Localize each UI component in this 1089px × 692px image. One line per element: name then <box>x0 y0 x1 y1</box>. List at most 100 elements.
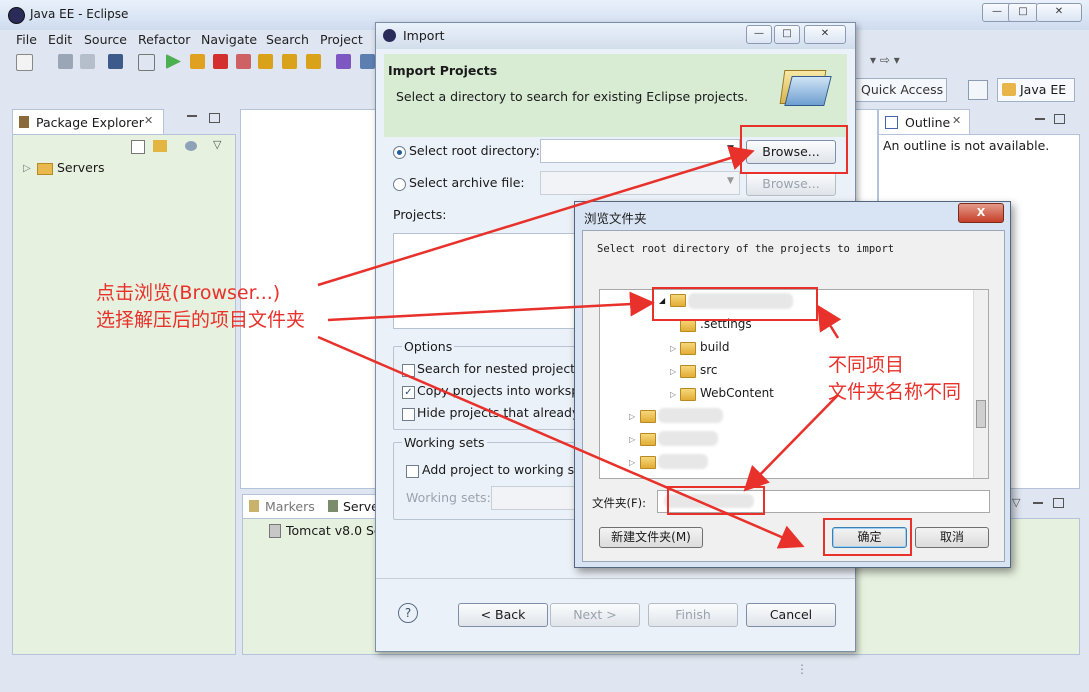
nested-projects-label: Search for nested projects <box>417 361 582 376</box>
save-all-icon[interactable] <box>80 54 95 69</box>
terminate-icon[interactable] <box>213 54 228 69</box>
tree-item-webcontent[interactable]: WebContent <box>700 386 774 400</box>
sibling-folder-blurred[interactable] <box>658 454 708 469</box>
outline-empty-message: An outline is not available. <box>883 138 1050 153</box>
menu-edit[interactable]: Edit <box>48 32 72 47</box>
view-menu-icon[interactable]: ▽ <box>213 138 221 151</box>
minimize-bottom-icon[interactable] <box>1033 502 1043 504</box>
tree-item-src[interactable]: src <box>700 363 718 377</box>
folder-icon <box>680 342 696 355</box>
menu-refactor[interactable]: Refactor <box>138 32 190 47</box>
server-row-tomcat[interactable]: Tomcat v8.0 Se <box>286 523 382 538</box>
disconnect-icon[interactable] <box>236 54 251 69</box>
maximize-outline-icon[interactable] <box>1054 114 1065 124</box>
root-directory-radio[interactable] <box>393 146 406 159</box>
expand-arrow-icon[interactable]: ▷ <box>629 435 635 444</box>
import-maximize-button[interactable]: □ <box>774 25 800 44</box>
folder-icon <box>640 456 656 469</box>
filter-icon[interactable] <box>185 141 197 151</box>
menu-search[interactable]: Search <box>266 32 309 47</box>
menu-file[interactable]: File <box>16 32 37 47</box>
browse-close-button[interactable]: X <box>958 203 1004 223</box>
outline-icon <box>885 116 898 129</box>
archive-dropdown-icon[interactable]: ▼ <box>727 176 734 186</box>
minimize-outline-icon[interactable] <box>1035 118 1045 120</box>
expand-arrow-icon[interactable]: ▷ <box>629 458 635 467</box>
expand-arrow-icon[interactable]: ▷ <box>670 390 676 399</box>
archive-file-radio[interactable] <box>393 178 406 191</box>
bottom-tabs: Markers Serve <box>242 494 384 519</box>
next-button[interactable]: Next > <box>550 603 640 627</box>
hide-projects-checkbox[interactable] <box>402 408 415 421</box>
new-folder-button[interactable]: 新建文件夹(M) <box>599 527 703 548</box>
step-return-icon[interactable] <box>306 54 321 69</box>
outline-title: Outline <box>905 115 951 130</box>
folder-icon <box>37 163 53 175</box>
tab-markers[interactable]: Markers <box>265 499 315 514</box>
step-into-icon[interactable] <box>258 54 273 69</box>
expand-servers-icon[interactable]: ▷ <box>23 163 31 174</box>
tab-servers[interactable]: Serve <box>343 499 379 514</box>
sibling-folder-blurred[interactable] <box>658 408 723 423</box>
import-app-icon <box>383 29 396 42</box>
eclipse-app-icon <box>8 7 25 24</box>
close-button[interactable]: ✕ <box>1036 3 1082 22</box>
add-working-set-checkbox[interactable] <box>406 465 419 478</box>
tree-scroll-thumb[interactable] <box>976 400 986 428</box>
menu-source[interactable]: Source <box>84 32 127 47</box>
minimize-view-icon[interactable] <box>187 115 197 117</box>
step-over-icon[interactable] <box>282 54 297 69</box>
tree-scrollbar[interactable] <box>973 290 988 478</box>
suspend-icon[interactable] <box>190 54 205 69</box>
expand-arrow-icon[interactable]: ▷ <box>670 344 676 353</box>
open-type-icon[interactable] <box>336 54 351 69</box>
browse-cancel-button[interactable]: 取消 <box>915 527 989 548</box>
tree-item-servers[interactable]: Servers <box>57 160 105 175</box>
nested-projects-checkbox[interactable] <box>402 364 415 377</box>
folder-icon <box>640 410 656 423</box>
new-icon[interactable] <box>16 54 33 71</box>
skip-breakpoints-icon[interactable] <box>138 54 155 71</box>
collapse-all-icon[interactable] <box>131 140 145 154</box>
menu-navigate[interactable]: Navigate <box>201 32 257 47</box>
help-icon[interactable]: ? <box>398 603 418 623</box>
archive-file-combo[interactable]: ▼ <box>540 171 740 195</box>
expand-arrow-icon[interactable]: ▷ <box>629 412 635 421</box>
close-outline-icon[interactable]: ✕ <box>952 114 961 127</box>
finish-button[interactable]: Finish <box>648 603 738 627</box>
quick-access-input[interactable]: Quick Access <box>855 78 947 102</box>
toolbar-nav-arrows[interactable]: ▾ ⇨ ▾ <box>870 53 900 67</box>
import-close-button[interactable]: ✕ <box>804 25 846 44</box>
cancel-button[interactable]: Cancel <box>746 603 836 627</box>
tomcat-icon <box>269 524 281 538</box>
bottom-view-menu-icon[interactable]: ▽ <box>1012 496 1020 509</box>
root-directory-combo[interactable]: ▼ <box>540 139 740 163</box>
save-icon[interactable] <box>58 54 73 69</box>
tab-package-explorer[interactable]: Package Explorer ✕ <box>12 109 164 135</box>
console-icon[interactable] <box>108 54 123 69</box>
maximize-view-icon[interactable] <box>209 113 220 123</box>
search-toolbar-icon[interactable] <box>360 54 375 69</box>
resume-icon[interactable] <box>166 54 181 69</box>
combo-dropdown-icon[interactable]: ▼ <box>727 144 734 154</box>
folder-field-label: 文件夹(F): <box>592 496 646 510</box>
tree-item-build[interactable]: build <box>700 340 730 354</box>
tab-outline[interactable]: Outline ✕ <box>878 109 970 135</box>
sibling-folder-blurred[interactable] <box>658 431 718 446</box>
maximize-bottom-icon[interactable] <box>1053 498 1064 508</box>
maximize-button[interactable]: □ <box>1008 3 1038 22</box>
expand-arrow-icon[interactable]: ▷ <box>670 367 676 376</box>
open-perspective-icon[interactable] <box>968 80 988 100</box>
back-button[interactable]: < Back <box>458 603 548 627</box>
archive-browse-button[interactable]: Browse... <box>746 172 836 196</box>
working-sets-label: Working sets <box>402 435 487 450</box>
copy-projects-checkbox[interactable]: ✓ <box>402 386 415 399</box>
menu-project[interactable]: Project <box>320 32 363 47</box>
import-minimize-button[interactable]: — <box>746 25 772 44</box>
footer-divider <box>376 578 855 579</box>
archive-file-label: Select archive file: <box>409 175 525 190</box>
link-editor-icon[interactable] <box>153 140 167 152</box>
perspective-java-ee[interactable]: Java EE <box>997 78 1075 102</box>
close-tab-icon[interactable]: ✕ <box>144 114 153 127</box>
java-ee-icon <box>1002 83 1016 96</box>
